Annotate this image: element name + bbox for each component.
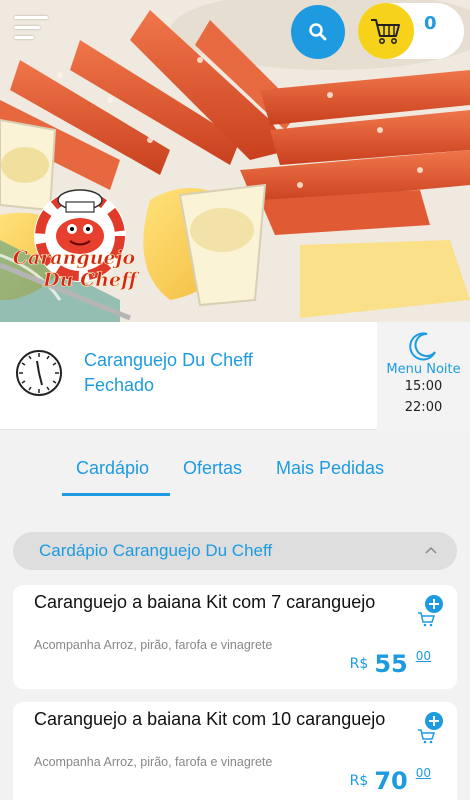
price-cents: 00 — [415, 766, 431, 780]
store-status: Fechado — [84, 375, 155, 395]
close-time: 22:00 — [404, 400, 443, 415]
product-title: Caranguejo a baiana Kit com 7 caranguejo — [34, 592, 376, 612]
tab-mais-pedidas[interactable]: Mais Pedidas — [276, 458, 384, 479]
product-card[interactable]: Caranguejo a baiana Kit com 7 caranguejo… — [13, 585, 457, 689]
menu-icon[interactable] — [14, 16, 48, 44]
price-integer: 70 — [374, 767, 408, 795]
category-title: Cardápio Caranguejo Du Cheff — [39, 541, 273, 560]
search-button[interactable] — [291, 5, 345, 59]
price-currency: R$ — [349, 773, 369, 789]
cart-count: 0 — [424, 13, 437, 34]
add-to-cart-icon[interactable] — [417, 595, 443, 627]
tab-cardapio[interactable]: Cardápio — [76, 458, 149, 479]
chevron-up-icon[interactable] — [425, 546, 437, 554]
open-time: 15:00 — [404, 379, 443, 394]
add-to-cart-icon[interactable] — [417, 712, 443, 744]
price-currency: R$ — [349, 656, 369, 672]
store-info-bar: Caranguejo Du Cheff Fechado Menu Noite 1… — [0, 322, 470, 430]
moon-icon — [409, 332, 436, 361]
price-cents: 00 — [415, 649, 431, 663]
active-tab-indicator — [62, 493, 170, 496]
product-price: R$ 70 00 — [350, 766, 431, 795]
hero-banner: 0 Caranguejo Du Cheff — [0, 0, 470, 322]
product-card[interactable]: Caranguejo a baiana Kit com 10 caranguej… — [13, 702, 457, 800]
product-title: Caranguejo a baiana Kit com 10 caranguej… — [34, 709, 386, 729]
store-name: Caranguejo Du Cheff — [84, 350, 253, 370]
logo-line-1: Caranguejo — [13, 247, 136, 269]
cart-icon-wrap — [358, 3, 414, 59]
shift-label: Menu Noite — [386, 362, 461, 377]
cart-button[interactable]: 0 — [358, 3, 464, 59]
tab-ofertas[interactable]: Ofertas — [183, 458, 242, 479]
price-integer: 55 — [374, 650, 408, 678]
cart-icon — [371, 19, 400, 44]
clock-icon — [16, 350, 62, 396]
restaurant-logo: Caranguejo Du Cheff — [13, 189, 140, 291]
product-description: Acompanha Arroz, pirão, farofa e vinagre… — [34, 638, 273, 652]
logo-line-2: Du Cheff — [42, 269, 140, 291]
hours-panel: Menu Noite 15:00 22:00 — [377, 322, 470, 430]
search-icon — [309, 23, 327, 41]
product-description: Acompanha Arroz, pirão, farofa e vinagre… — [34, 755, 273, 769]
product-price: R$ 55 00 — [350, 649, 431, 678]
category-header[interactable]: Cardápio Caranguejo Du Cheff — [13, 532, 457, 570]
